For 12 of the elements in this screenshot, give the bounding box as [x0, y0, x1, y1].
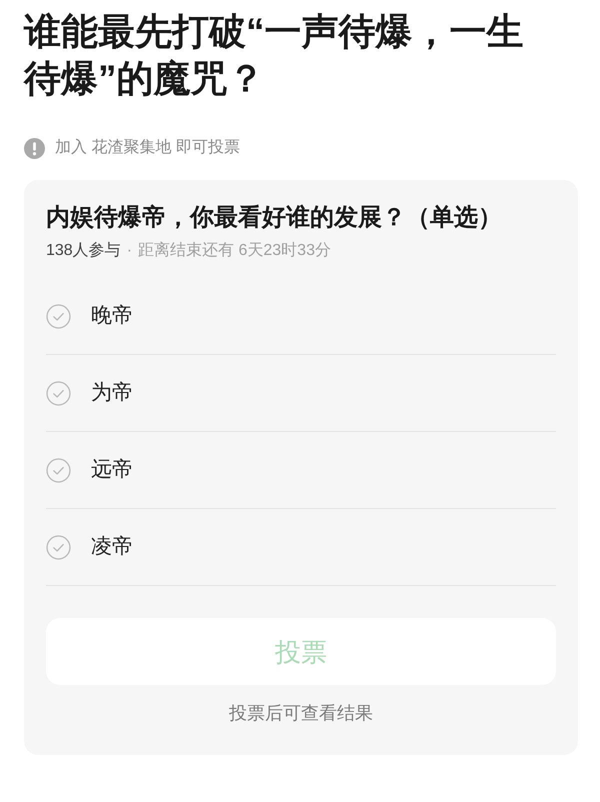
participant-count: 138人参与 [46, 240, 121, 261]
vote-hint: 投票后可查看结果 [228, 702, 374, 725]
notice-text: 加入 花渣聚集地 即可投票 [55, 138, 240, 158]
poll-option[interactable]: 凌帝 [46, 509, 556, 586]
poll-option[interactable]: 远帝 [46, 432, 556, 509]
poll-question: 内娱待爆帝，你最看好谁的发展？（单选） [46, 203, 503, 233]
separator-dot: · [126, 241, 132, 261]
post-title: 谁能最先打破“一声待爆，一生待爆”的魔咒？ [24, 10, 524, 101]
time-remaining: 距离结束还有 6天23时33分 [138, 240, 331, 261]
poll-option[interactable]: 晚帝 [46, 278, 556, 355]
poll-option[interactable]: 为帝 [46, 355, 556, 432]
exclamation-icon [24, 138, 45, 158]
